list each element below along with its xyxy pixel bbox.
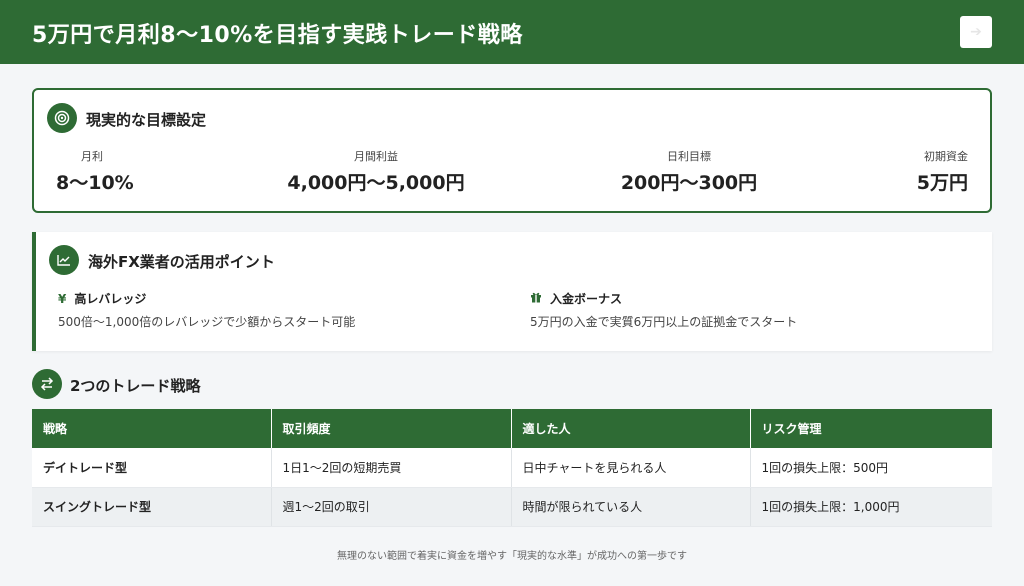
metric-label: 初期資金 <box>924 150 968 163</box>
table-cell: 1日1〜2回の短期売買 <box>271 448 512 488</box>
point-title: 高レバレッジ <box>74 292 147 306</box>
metric-monthly-rate: 月利 8〜10% <box>56 148 134 195</box>
footer-note: 無理のない範囲で着実に資金を増やす「現実的な水準」が成功への第一歩です <box>337 551 687 562</box>
chart-line-icon-svg <box>57 255 70 266</box>
metric-label: 月間利益 <box>354 150 398 163</box>
column-header: リスク管理 <box>750 409 992 448</box>
gift-icon-svg <box>531 292 541 303</box>
table-row: スイングトレード型 週1〜2回の取引 時間が限られている人 1回の損失上限：1,… <box>32 487 992 527</box>
gift-icon <box>530 291 542 306</box>
metric-label: 日利目標 <box>667 150 711 163</box>
column-header: 取引頻度 <box>271 409 512 448</box>
fx-points-card: 海外FX業者の活用ポイント ¥ 高レバレッジ 500倍〜1,000倍のレバレッジ… <box>32 232 992 351</box>
target-icon <box>47 103 77 133</box>
target-icon-svg <box>54 110 70 126</box>
point-desc: 5万円の入金で実質6万円以上の証拠金でスタート <box>530 315 798 329</box>
goal-section-title: 現実的な目標設定 <box>86 111 207 129</box>
table-header-row: 戦略 取引頻度 適した人 リスク管理 <box>32 409 992 448</box>
arrow-icon: ➔ <box>970 24 982 40</box>
column-header: 戦略 <box>32 409 272 448</box>
fx-point-bonus: 入金ボーナス 5万円の入金で実質6万円以上の証拠金でスタート <box>530 290 797 330</box>
metric-value: 200円〜300円 <box>620 172 758 194</box>
table-row: デイトレード型 1日1〜2回の短期売買 日中チャートを見られる人 1回の損失上限… <box>32 448 992 488</box>
chart-line-icon <box>49 245 79 275</box>
metric-monthly-profit: 月間利益 4,000円〜5,000円 <box>276 148 476 195</box>
goal-card: 現実的な目標設定 月利 8〜10% 月間利益 4,000円〜5,000円 日利目… <box>32 88 992 213</box>
table-cell: 1回の損失上限：500円 <box>750 448 992 488</box>
table-cell: デイトレード型 <box>32 448 272 488</box>
metric-value: 5万円 <box>916 172 968 194</box>
metric-initial-capital: 初期資金 5万円 <box>917 148 968 195</box>
table-cell: スイングトレード型 <box>32 487 272 527</box>
fx-section-title: 海外FX業者の活用ポイント <box>88 253 275 271</box>
metric-label: 月利 <box>81 150 103 163</box>
point-title: 入金ボーナス <box>550 292 623 306</box>
table-cell: 1回の損失上限：1,000円 <box>750 487 992 527</box>
exchange-icon-svg <box>40 377 54 391</box>
metric-value: 8〜10% <box>56 172 134 194</box>
header-bar: 5万円で月利8〜10%を目指す実践トレード戦略 ➔ <box>0 0 1024 64</box>
table-cell: 週1〜2回の取引 <box>271 487 512 527</box>
metric-daily-target: 日利目標 200円〜300円 <box>589 148 789 195</box>
header-action-button[interactable]: ➔ <box>960 16 992 48</box>
table-cell: 日中チャートを見られる人 <box>511 448 751 488</box>
exchange-icon <box>32 369 62 399</box>
yen-icon: ¥ <box>58 291 67 306</box>
point-desc: 500倍〜1,000倍のレバレッジで少額からスタート可能 <box>58 315 356 329</box>
strategy-table: 戦略 取引頻度 適した人 リスク管理 デイトレード型 1日1〜2回の短期売買 日… <box>32 409 992 527</box>
fx-point-leverage: ¥ 高レバレッジ 500倍〜1,000倍のレバレッジで少額からスタート可能 <box>58 290 355 330</box>
strategies-section-title: 2つのトレード戦略 <box>70 377 201 395</box>
metric-value: 4,000円〜5,000円 <box>287 172 465 194</box>
page-title: 5万円で月利8〜10%を目指す実践トレード戦略 <box>32 23 523 48</box>
table-cell: 時間が限られている人 <box>511 487 751 527</box>
column-header: 適した人 <box>511 409 751 448</box>
